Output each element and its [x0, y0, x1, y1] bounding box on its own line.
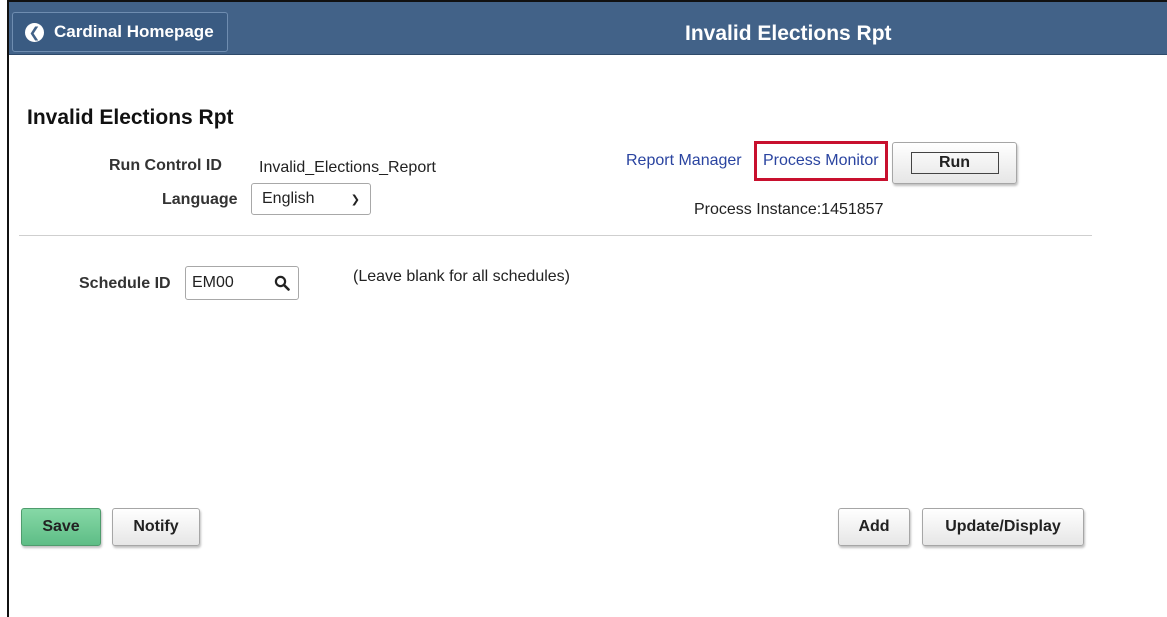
cardinal-homepage-label: Cardinal Homepage	[54, 22, 214, 41]
schedule-hint: (Leave blank for all schedules)	[353, 268, 571, 285]
search-icon[interactable]	[274, 275, 290, 291]
language-select[interactable]: English ❯	[251, 183, 371, 215]
page-frame: ❮ Cardinal Homepage Invalid Elections Rp…	[7, 0, 1167, 617]
language-label: Language	[162, 191, 238, 208]
language-select-value: English	[262, 190, 315, 207]
run-button-inner: Run	[910, 152, 999, 174]
schedule-id-label: Schedule ID	[79, 275, 171, 292]
save-button-label: Save	[42, 518, 80, 535]
run-control-id-label: Run Control ID	[109, 157, 222, 174]
chevron-down-icon: ❯	[350, 194, 360, 206]
section-divider	[19, 235, 1092, 236]
report-manager-link[interactable]: Report Manager	[626, 152, 742, 170]
cardinal-homepage-button[interactable]: ❮ Cardinal Homepage	[12, 12, 228, 52]
schedule-id-field[interactable]: EM00	[185, 266, 299, 300]
schedule-id-value: EM00	[192, 274, 234, 291]
run-control-id-value: Invalid_Elections_Report	[259, 159, 436, 176]
notify-button-label: Notify	[133, 518, 179, 535]
add-button-label: Add	[858, 518, 890, 535]
process-monitor-link[interactable]: Process Monitor	[763, 152, 879, 170]
add-button[interactable]: Add	[838, 508, 910, 546]
run-button-label: Run	[938, 154, 971, 171]
chevron-left-icon: ❮	[25, 22, 44, 42]
update-display-button-label: Update/Display	[945, 518, 1061, 535]
run-button[interactable]: Run	[892, 142, 1017, 184]
banner-title: Invalid Elections Rpt	[685, 22, 892, 45]
process-instance-text: Process Instance:1451857	[694, 201, 884, 218]
save-button[interactable]: Save	[21, 508, 101, 546]
top-banner: ❮ Cardinal Homepage Invalid Elections Rp…	[9, 2, 1167, 55]
notify-button[interactable]: Notify	[112, 508, 200, 546]
page-title: Invalid Elections Rpt	[27, 106, 234, 129]
update-display-button[interactable]: Update/Display	[922, 508, 1084, 546]
